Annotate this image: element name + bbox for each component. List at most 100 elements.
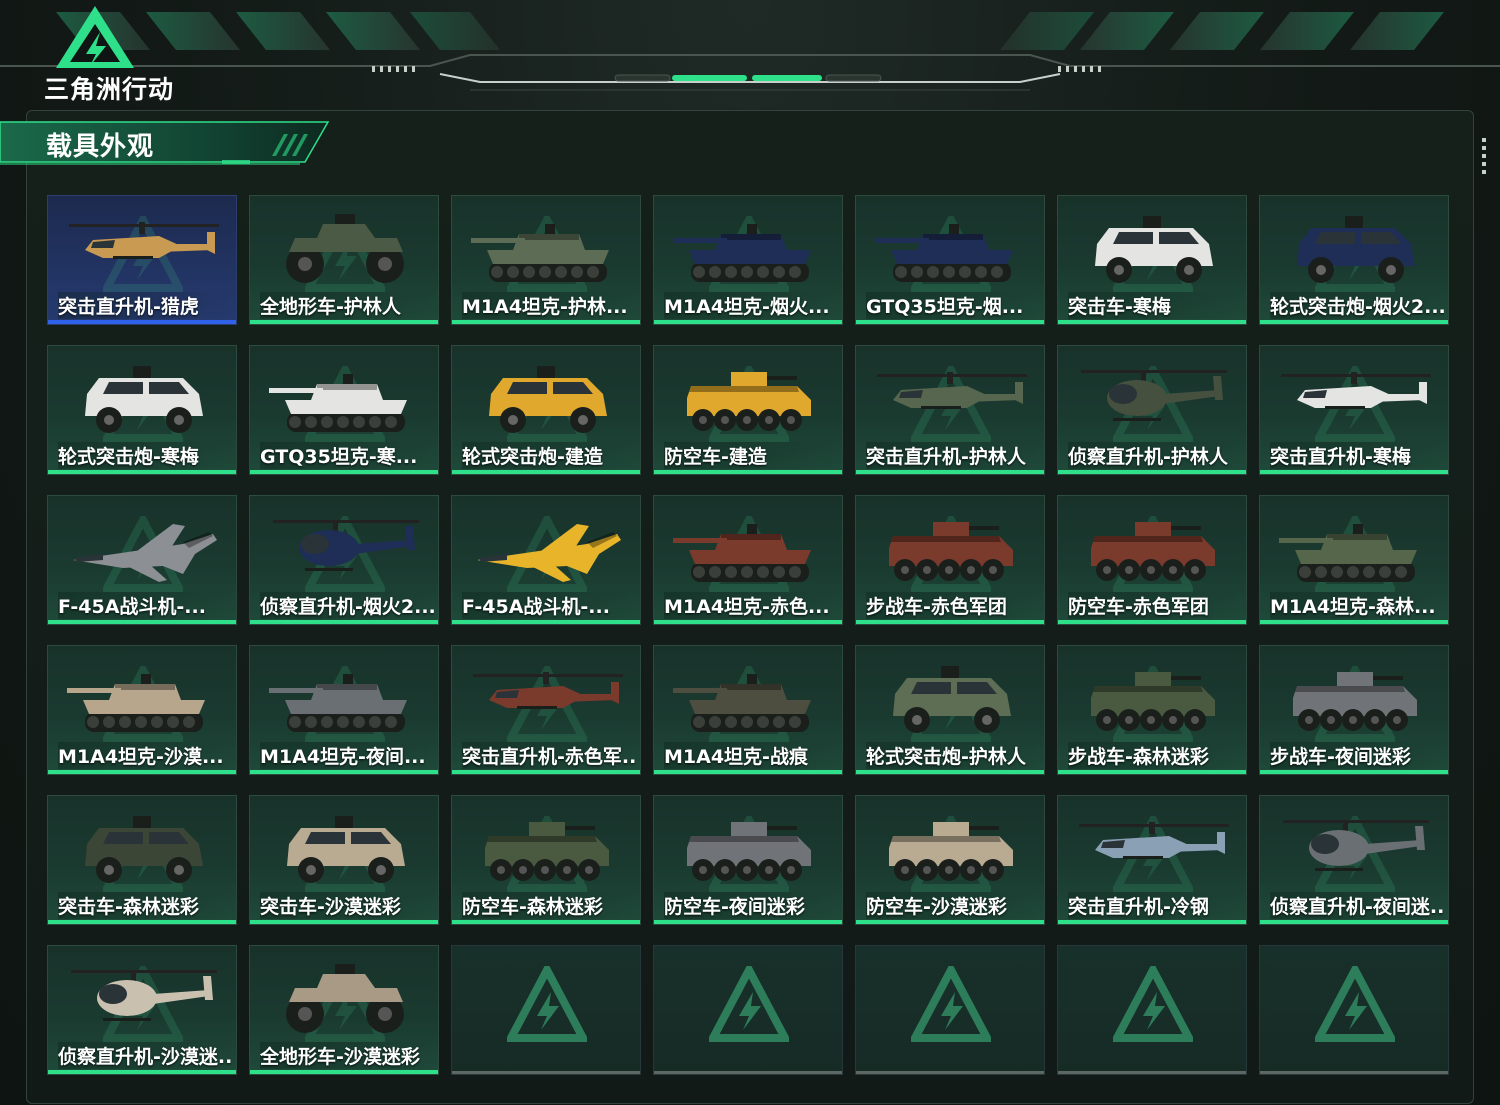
vehicle-skin-card[interactable]: F-45A战斗机-... bbox=[451, 495, 641, 625]
delta-watermark-icon bbox=[709, 966, 789, 1042]
truck-image bbox=[85, 366, 203, 433]
truck-image bbox=[85, 816, 203, 883]
vehicle-skin-label: M1A4坦克-护林... bbox=[462, 292, 636, 319]
vehicle-skin-card[interactable]: 步战车-夜间迷彩 bbox=[1259, 645, 1449, 775]
vehicle-skin-label: M1A4坦克-森林... bbox=[1270, 592, 1444, 619]
header-decoration bbox=[0, 12, 1500, 91]
vehicle-skin-card[interactable]: 突击直升机-寒梅 bbox=[1259, 345, 1449, 475]
vehicle-skin-card[interactable]: 防空车-森林迷彩 bbox=[451, 795, 641, 925]
smallheli-image bbox=[273, 520, 419, 571]
truck-image bbox=[1297, 216, 1415, 283]
vehicle-skin-label: 突击直升机-猎虎 bbox=[58, 292, 232, 319]
vehicle-skin-label: 突击车-森林迷彩 bbox=[58, 892, 232, 919]
heli-image bbox=[877, 372, 1027, 409]
vehicle-skin-card[interactable]: 轮式突击炮-建造 bbox=[451, 345, 641, 475]
panel-scroll-indicator[interactable] bbox=[1482, 138, 1486, 178]
vehicle-skin-card[interactable]: M1A4坦克-护林... bbox=[451, 195, 641, 325]
vehicle-skin-card[interactable]: 侦察直升机-烟火2... bbox=[249, 495, 439, 625]
tank-image bbox=[471, 224, 609, 282]
vehicle-skin-card[interactable]: 突击直升机-护林人 bbox=[855, 345, 1045, 475]
vehicle-skin-card[interactable]: 步战车-森林迷彩 bbox=[1057, 645, 1247, 775]
heli-image bbox=[1281, 372, 1431, 409]
vehicle-skin-label: 防空车-沙漠迷彩 bbox=[866, 892, 1040, 919]
section-title: 载具外观 bbox=[46, 132, 155, 162]
heli-image bbox=[1079, 822, 1229, 859]
delta-watermark-icon bbox=[911, 966, 991, 1042]
vehicle-skin-card[interactable]: M1A4坦克-战痕 bbox=[653, 645, 843, 775]
vehicle-skin-card[interactable]: 突击直升机-赤色军... bbox=[451, 645, 641, 775]
vehicle-skin-label: 全地形车-护林人 bbox=[260, 292, 434, 319]
vehicle-skin-label: 突击直升机-寒梅 bbox=[1270, 442, 1444, 469]
delta-watermark-icon bbox=[507, 966, 587, 1042]
vehicle-skin-label: GTQ35坦克-烟... bbox=[866, 292, 1040, 319]
atv-image bbox=[286, 964, 404, 1033]
vehicle-skin-label: F-45A战斗机-... bbox=[58, 592, 232, 619]
vehicle-skin-card[interactable]: 防空车-赤色军团 bbox=[1057, 495, 1247, 625]
vehicle-skin-card[interactable]: 防空车-夜间迷彩 bbox=[653, 795, 843, 925]
vehicle-skin-card[interactable]: 突击车-森林迷彩 bbox=[47, 795, 237, 925]
vehicle-skin-label: M1A4坦克-沙漠... bbox=[58, 742, 232, 769]
vehicle-skin-label: M1A4坦克-战痕 bbox=[664, 742, 838, 769]
atv-image bbox=[286, 214, 404, 283]
vehicle-skin-card[interactable]: GTQ35坦克-寒... bbox=[249, 345, 439, 475]
vehicle-skin-card[interactable]: M1A4坦克-沙漠... bbox=[47, 645, 237, 775]
vehicle-skin-card[interactable]: 防空车-沙漠迷彩 bbox=[855, 795, 1045, 925]
vehicle-skin-card[interactable]: 侦察直升机-夜间迷... bbox=[1259, 795, 1449, 925]
vehicle-skin-card[interactable]: 侦察直升机-沙漠迷... bbox=[47, 945, 237, 1075]
vehicle-skin-label: 防空车-夜间迷彩 bbox=[664, 892, 838, 919]
vehicle-skin-card[interactable]: 全地形车-护林人 bbox=[249, 195, 439, 325]
apc-image bbox=[889, 822, 1013, 881]
heli-image bbox=[69, 222, 219, 259]
vehicle-skin-label: M1A4坦克-烟火... bbox=[664, 292, 838, 319]
empty-slot bbox=[653, 945, 843, 1075]
vehicle-skin-card[interactable]: 突击车-寒梅 bbox=[1057, 195, 1247, 325]
truck-image bbox=[893, 666, 1011, 733]
vehicle-skin-card[interactable]: M1A4坦克-烟火... bbox=[653, 195, 843, 325]
vehicle-skin-card[interactable]: 突击直升机-冷钢 bbox=[1057, 795, 1247, 925]
vehicle-skin-card[interactable]: 轮式突击炮-烟火2... bbox=[1259, 195, 1449, 325]
vehicle-skin-label: 防空车-森林迷彩 bbox=[462, 892, 636, 919]
vehicle-skin-label: 轮式突击炮-寒梅 bbox=[58, 442, 232, 469]
vehicle-skin-label: 侦察直升机-沙漠迷... bbox=[58, 1042, 232, 1069]
vehicle-skin-grid: 突击直升机-猎虎 全地形车-护林人 M1A4坦克-护林... M1A4坦克-烟火… bbox=[47, 195, 1449, 1075]
vehicle-skin-label: M1A4坦克-赤色... bbox=[664, 592, 838, 619]
vehicle-skin-card[interactable]: 全地形车-沙漠迷彩 bbox=[249, 945, 439, 1075]
vehicle-skin-label: GTQ35坦克-寒... bbox=[260, 442, 434, 469]
vehicle-skin-card[interactable]: 步战车-赤色军团 bbox=[855, 495, 1045, 625]
tank-image bbox=[673, 674, 811, 732]
tank-image bbox=[269, 674, 407, 732]
apc-image bbox=[485, 822, 609, 881]
tank-image bbox=[269, 374, 407, 432]
vehicle-skin-card[interactable]: 突击直升机-猎虎 bbox=[47, 195, 237, 325]
heli-image bbox=[473, 672, 623, 709]
empty-slot bbox=[1259, 945, 1449, 1075]
vehicle-skin-card[interactable]: 侦察直升机-护林人 bbox=[1057, 345, 1247, 475]
vehicle-skin-label: 轮式突击炮-烟火2... bbox=[1270, 292, 1444, 319]
jet-image bbox=[477, 524, 621, 582]
empty-slot bbox=[855, 945, 1045, 1075]
vehicle-skin-label: F-45A战斗机-... bbox=[462, 592, 636, 619]
smallheli-image bbox=[1283, 820, 1429, 871]
vehicle-skin-card[interactable]: 突击车-沙漠迷彩 bbox=[249, 795, 439, 925]
apc-image bbox=[1091, 522, 1215, 581]
vehicle-skin-label: 突击车-寒梅 bbox=[1068, 292, 1242, 319]
smallheli-image bbox=[71, 970, 217, 1021]
truck-image bbox=[1095, 216, 1213, 283]
vehicle-skin-label: 步战车-森林迷彩 bbox=[1068, 742, 1242, 769]
tank-image bbox=[67, 674, 205, 732]
empty-slot bbox=[1057, 945, 1247, 1075]
vehicle-skin-card[interactable]: 轮式突击炮-护林人 bbox=[855, 645, 1045, 775]
vehicle-skin-card[interactable]: M1A4坦克-夜间... bbox=[249, 645, 439, 775]
vehicle-skin-card[interactable]: 防空车-建造 bbox=[653, 345, 843, 475]
tank-image bbox=[673, 224, 811, 282]
vehicle-skin-card[interactable]: M1A4坦克-赤色... bbox=[653, 495, 843, 625]
vehicle-skin-label: 侦察直升机-烟火2... bbox=[260, 592, 434, 619]
apc-image bbox=[687, 372, 811, 431]
vehicle-skin-card[interactable]: GTQ35坦克-烟... bbox=[855, 195, 1045, 325]
vehicle-skin-card[interactable]: M1A4坦克-森林... bbox=[1259, 495, 1449, 625]
vehicle-skin-card[interactable]: 轮式突击炮-寒梅 bbox=[47, 345, 237, 475]
vehicle-skin-card[interactable]: F-45A战斗机-... bbox=[47, 495, 237, 625]
delta-watermark-icon bbox=[1113, 966, 1193, 1042]
truck-image bbox=[489, 366, 607, 433]
vehicle-skin-label: 突击直升机-护林人 bbox=[866, 442, 1040, 469]
